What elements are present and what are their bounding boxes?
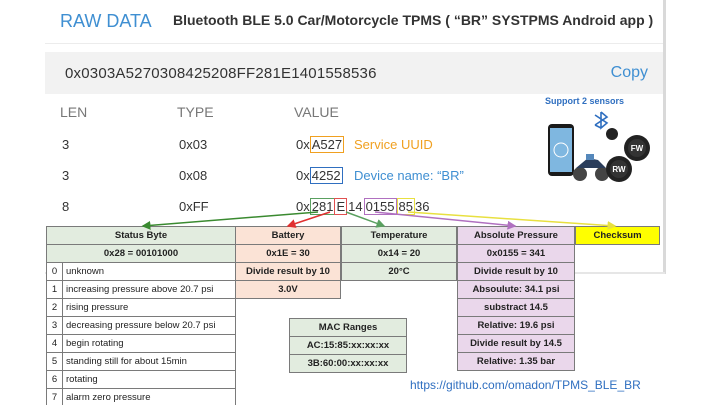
status-byte-highlight: 281 [309, 198, 335, 215]
temperature-table: Temperature 0x14 = 20 20°C [341, 226, 457, 281]
pressure-step: substract 14.5 [457, 298, 575, 317]
bit-number: 3 [46, 316, 63, 335]
bit-label: rotating [62, 370, 236, 389]
battery-highlight: E [334, 198, 348, 215]
mac-range: 3B:60:00:xx:xx:xx [289, 354, 407, 373]
row-value: 0x 4252 [296, 167, 343, 184]
pressure-step: Divide result by 10 [457, 262, 575, 281]
mac-header: MAC Ranges [289, 318, 407, 337]
pressure-raw: 0x0155 = 341 [457, 244, 575, 263]
raw-hex-bar: 0x0303A5270308425208FF281E1401558536 Cop… [45, 52, 663, 94]
sensors-illustration: FW RW [548, 111, 650, 182]
pressure-table: Absolute Pressure 0x0155 = 341 Divide re… [457, 226, 575, 371]
phone-icon [548, 124, 574, 176]
pressure-relative-psi: Relative: 19.6 psi [457, 316, 575, 335]
page-title: RAW DATA [60, 11, 152, 31]
bit-label: begin rotating [62, 334, 236, 353]
bit-number: 2 [46, 298, 63, 317]
battery-header: Battery [235, 226, 341, 245]
product-image: Support 2 sensors FW RW [540, 92, 662, 214]
battery-step: Divide result by 10 [235, 262, 341, 281]
bit-label: rising pressure [62, 298, 236, 317]
bit-number: 0 [46, 262, 63, 281]
status-byte-header: Status Byte [46, 226, 236, 245]
temperature-header: Temperature [341, 226, 457, 245]
raw-hex-value: 0x0303A5270308425208FF281E1401558536 [65, 65, 377, 82]
pressure-highlight: 0155 [363, 198, 397, 215]
row-type: 0x08 [179, 168, 208, 183]
status-byte-value: 0x28 = 00101000 [46, 244, 236, 263]
copy-button[interactable]: Copy [611, 64, 648, 82]
temperature-result: 20°C [341, 262, 457, 281]
promo-title: Support 2 sensors [545, 96, 625, 106]
battery-result: 3.0V [235, 280, 341, 299]
sensor-rw-icon: RW [606, 156, 632, 182]
row-value-manufacturer: 0x 281 E 14 0155 85 36 [296, 198, 430, 215]
column-header-type: TYPE [177, 104, 214, 120]
pressure-step: Divide result by 14.5 [457, 334, 575, 353]
panel-header: RAW DATA Bluetooth BLE 5.0 Car/Motorcycl… [45, 0, 663, 44]
bit-number: 5 [46, 352, 63, 371]
battery-raw: 0x1E = 30 [235, 244, 341, 263]
bit-label: alarm zero pressure [62, 388, 236, 405]
device-name-highlight: 4252 [309, 167, 343, 184]
small-sensor-icon [606, 128, 618, 140]
checksum-table: Checksum [575, 226, 660, 245]
bit-number: 4 [46, 334, 63, 353]
slide-subtitle: Bluetooth BLE 5.0 Car/Motorcycle TPMS ( … [173, 12, 654, 28]
mac-ranges-table: MAC Ranges AC:15:85:xx:xx:xx 3B:60:00:xx… [289, 318, 407, 373]
row-value: 0x A527 [296, 136, 345, 153]
battery-table: Battery 0x1E = 30 Divide result by 10 3.… [235, 226, 341, 299]
column-header-len: LEN [60, 104, 88, 120]
sensor-fw-icon: FW [624, 135, 650, 161]
panel-edge [663, 0, 666, 274]
checksum-header: Checksum [575, 226, 660, 245]
row-type: 0xFF [179, 199, 209, 214]
row-type: 0x03 [179, 137, 208, 152]
mac-range: AC:15:85:xx:xx:xx [289, 336, 407, 355]
github-link[interactable]: https://github.com/omadon/TPMS_BLE_BR [410, 378, 641, 392]
bit-number: 1 [46, 280, 63, 299]
pressure-header: Absolute Pressure [457, 226, 575, 245]
device-name-note: Device name: “BR” [354, 168, 464, 183]
pressure-relative-bar: Relative: 1.35 bar [457, 352, 575, 371]
svg-text:FW: FW [631, 144, 644, 153]
bluetooth-icon [594, 111, 609, 130]
pressure-absolute: Absoulute: 34.1 psi [457, 280, 575, 299]
checksum-highlight: 85 [396, 198, 415, 215]
uuid-highlight: A527 [309, 136, 345, 153]
motorcycle-icon [573, 154, 609, 181]
row-len: 3 [62, 168, 70, 183]
svg-text:RW: RW [612, 165, 626, 174]
row-len: 3 [62, 137, 70, 152]
service-uuid-note: Service UUID [354, 137, 433, 152]
bit-number: 7 [46, 388, 63, 405]
bit-label: increasing pressure above 20.7 psi [62, 280, 236, 299]
row-len: 8 [62, 199, 70, 214]
column-header-value: VALUE [294, 104, 339, 120]
status-byte-table: Status Byte 0x28 = 00101000 0 unknown 1 in… [46, 226, 236, 405]
trailing-byte: 36 [414, 199, 430, 214]
bit-label: standing still for about 15min [62, 352, 236, 371]
bit-number: 6 [46, 370, 63, 389]
temperature-raw: 0x14 = 20 [341, 244, 457, 263]
bit-label: unknown [62, 262, 236, 281]
bit-label: decreasing pressure below 20.7 psi [62, 316, 236, 335]
temperature-segment: 14 [348, 199, 363, 214]
